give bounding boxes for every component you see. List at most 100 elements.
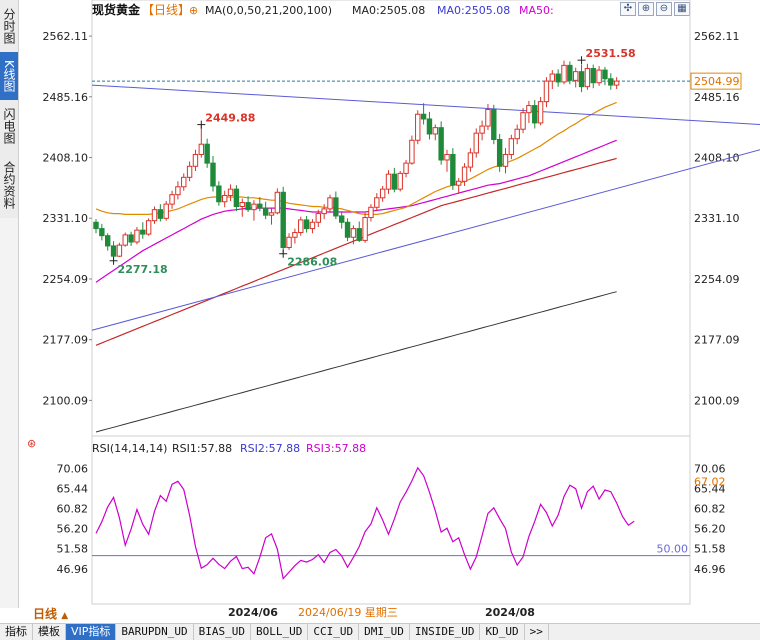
candle-body — [286, 236, 292, 248]
candle-body — [391, 173, 398, 190]
candle-body — [362, 217, 368, 241]
candle-body — [105, 235, 111, 247]
rsi-tick-left: 46.96 — [57, 563, 89, 576]
last-price-label: 2504.99 — [694, 75, 740, 88]
candle-body — [309, 221, 316, 230]
candle-body — [596, 69, 602, 84]
candle-body — [368, 206, 374, 219]
candle-body — [292, 232, 298, 238]
candle-body — [350, 228, 357, 238]
indicator-tab[interactable]: VIP指标 — [66, 624, 117, 640]
rsi3-value: RSI3:57.88 — [306, 442, 366, 455]
indicator-tab[interactable]: BIAS_UD — [194, 624, 251, 640]
candle-body — [578, 71, 585, 88]
candle-body — [573, 71, 579, 81]
candle-body — [145, 220, 152, 235]
indicator-tab[interactable]: KD_UD — [480, 624, 525, 640]
candle-body — [485, 109, 491, 127]
candle-body — [262, 207, 269, 216]
candle-body — [122, 234, 128, 246]
ma-param-label: MA(0,0,50,21,200,100) — [205, 4, 332, 17]
candle-body — [397, 172, 403, 190]
candle-body — [555, 73, 561, 83]
rsi-tick-left: 60.82 — [57, 503, 89, 516]
trendline — [91, 84, 760, 126]
candle-body — [227, 188, 234, 196]
indicator-tab[interactable]: BARUPDN_UD — [116, 624, 194, 640]
candle-body — [356, 228, 362, 241]
crosshair-date: 2024/06/19 星期三 — [298, 606, 398, 619]
candle-body — [216, 185, 222, 203]
candle-body — [374, 197, 380, 208]
annotation-label: 2277.18 — [118, 263, 168, 276]
candle-body — [298, 219, 304, 234]
settings-icon[interactable]: ⊕ — [189, 4, 198, 17]
y-tick-left: 2177.09 — [43, 334, 89, 347]
rsi-tick-right: 56.20 — [694, 523, 726, 536]
candle-body — [181, 176, 187, 188]
ma0-value: MA0:2505.08 — [352, 4, 425, 17]
candle-body — [526, 105, 532, 114]
ma200-line — [95, 291, 617, 433]
candle-body — [128, 234, 134, 243]
ma50-value: MA50: — [519, 4, 554, 17]
x-tick: 2024/08 — [485, 606, 535, 619]
candle-body — [491, 109, 497, 140]
period-label: 【日线】 — [142, 3, 190, 17]
candle-body — [280, 191, 286, 248]
y-tick-right: 2485.16 — [694, 91, 740, 104]
candle-body — [198, 143, 205, 155]
candle-body — [590, 68, 596, 84]
rsi-tick-right: 70.06 — [694, 462, 726, 475]
candle-body — [426, 118, 433, 135]
ma0b-value: MA0:2505.08 — [437, 4, 510, 17]
rsi-tick-right: 46.96 — [694, 563, 726, 576]
symbol-title: 现货黄金 — [92, 2, 141, 17]
candle-body — [467, 152, 474, 168]
candle-body — [456, 180, 462, 186]
indicator-bar: 指标 模板 VIP指标 BARUPDN_UD BIAS_UD BOLL_UD CCI_UD D… — [0, 623, 760, 640]
candle-body — [245, 202, 251, 211]
candle-body — [561, 64, 567, 83]
candle-body — [403, 162, 409, 174]
y-tick-left: 2331.10 — [43, 212, 89, 225]
candle-body — [432, 127, 439, 135]
indicator-tab[interactable]: 模板 — [33, 624, 66, 640]
indicator-tab[interactable]: CCI_UD — [308, 624, 360, 640]
y-tick-right: 2331.10 — [694, 212, 740, 225]
candle-body — [613, 80, 620, 86]
rsi-panel-frame — [91, 435, 691, 605]
candle-body — [438, 127, 444, 161]
candle-body — [473, 132, 479, 154]
indicator-tab[interactable]: INSIDE_UD — [410, 624, 481, 640]
candle-body — [175, 186, 181, 196]
candle-body — [93, 221, 99, 230]
candle-body — [514, 128, 520, 140]
caret-up-icon: ▲ — [61, 611, 69, 621]
y-tick-right: 2408.10 — [694, 152, 740, 165]
indicator-tab[interactable]: >> — [525, 624, 549, 640]
ma100-line — [95, 157, 617, 346]
candle-body — [461, 166, 468, 182]
candle-body — [327, 197, 333, 210]
period-selector-label: 日线 — [33, 607, 58, 621]
annotation-label: 2531.58 — [586, 47, 636, 60]
candle-body — [496, 138, 503, 167]
candle-body — [169, 194, 175, 205]
period-selector[interactable]: 日线 ▲ — [19, 606, 89, 623]
rsi-tick-right: 51.58 — [694, 543, 726, 556]
candle-body — [222, 194, 228, 203]
candle-body — [584, 68, 591, 88]
candle-body — [303, 219, 310, 230]
indicator-tab[interactable]: DMI_UD — [359, 624, 410, 640]
indicator-tab[interactable]: 指标 — [0, 624, 33, 640]
y-tick-right: 2254.09 — [694, 273, 740, 286]
candle-body — [257, 203, 263, 209]
y-tick-left: 2562.11 — [43, 30, 89, 43]
candle-body — [99, 228, 105, 237]
chart-area: 现货黄金 【日线】 ⊕ MA(0,0,50,21,200,100) MA0:25… — [27, 0, 760, 619]
candle-body — [151, 209, 158, 222]
candle-body — [251, 203, 257, 211]
candle-body — [192, 153, 199, 167]
indicator-tab[interactable]: BOLL_UD — [251, 624, 309, 640]
